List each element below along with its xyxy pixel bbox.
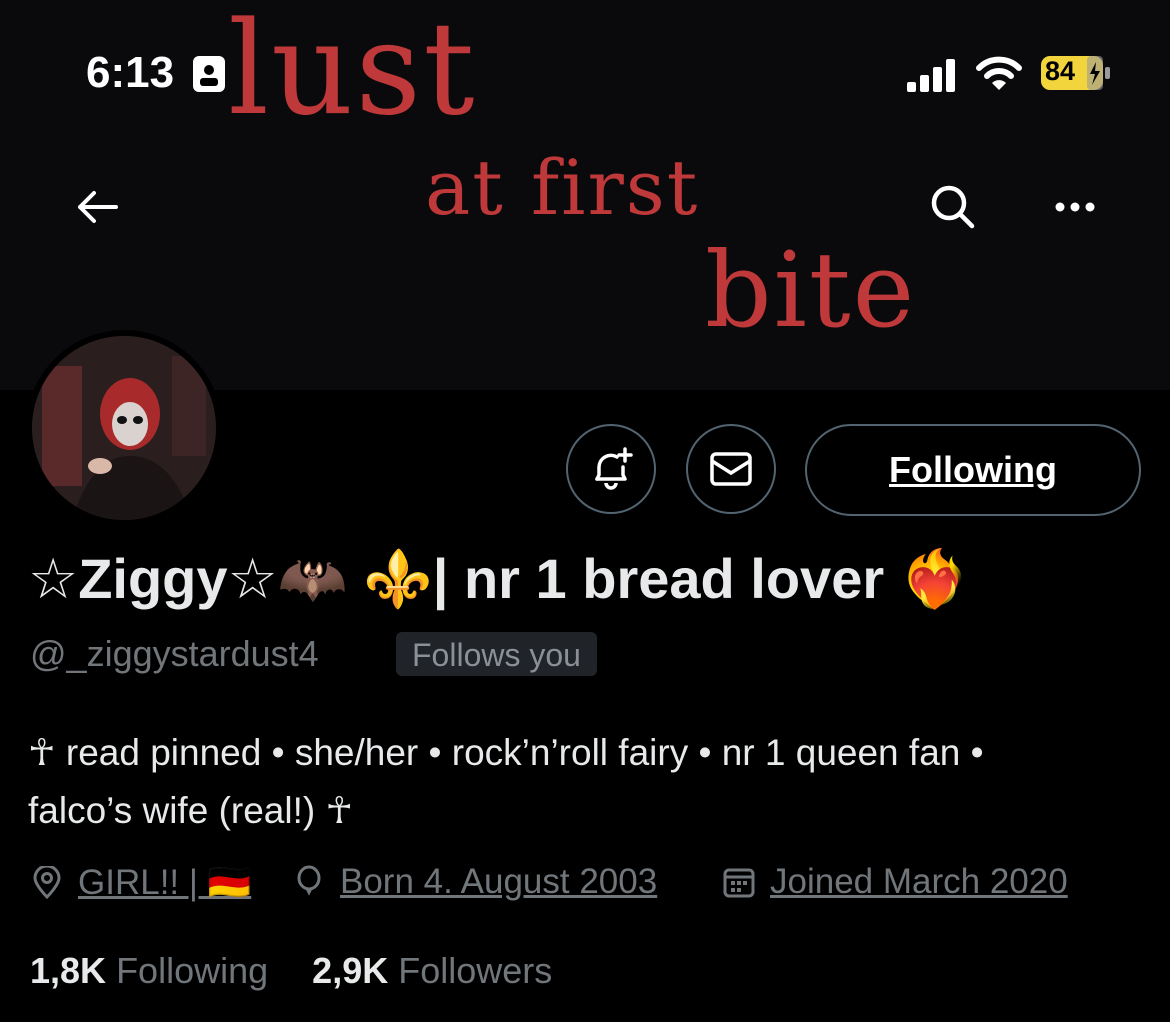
bio-line-1: ☥ read pinned • she/her • rock’n’roll fa… — [28, 732, 984, 773]
balloon-icon — [297, 865, 321, 896]
more-horizontal-icon — [1055, 202, 1095, 212]
notifications-button[interactable] — [566, 424, 656, 514]
location-item[interactable]: GIRL!! | 🇩🇪 — [30, 862, 251, 903]
birthday-label: Born 4. August 2003 — [340, 862, 658, 901]
birthday-item: Born 4. August 2003 — [292, 862, 657, 902]
joined-label: Joined March 2020 — [770, 862, 1068, 901]
battery-level: 84 — [1045, 56, 1076, 86]
cellular-signal-icon — [907, 59, 955, 92]
followers-stat[interactable]: 2,9K Followers — [312, 950, 552, 991]
more-options-button[interactable] — [1040, 172, 1110, 242]
status-time: 6:13 — [86, 48, 175, 97]
search-icon — [931, 185, 975, 229]
following-stat[interactable]: 1,8K Following — [30, 950, 278, 991]
bell-plus-icon — [595, 447, 633, 490]
user-handle: @_ziggystardust4 — [30, 633, 319, 674]
following-stat-label: Following — [116, 950, 269, 991]
wifi-icon — [976, 56, 1022, 90]
status-bar: 6:13 84 — [0, 40, 1170, 110]
avatar[interactable] — [26, 330, 222, 526]
followers-count: 2,9K — [312, 950, 389, 991]
envelope-icon — [710, 452, 752, 486]
followers-stat-label: Followers — [398, 950, 553, 991]
avatar-photo-icon — [32, 336, 216, 520]
message-button[interactable] — [686, 424, 776, 514]
bio: ☥ read pinned • she/her • rock’n’roll fa… — [28, 724, 1148, 840]
calendar-icon — [723, 868, 755, 898]
following-count: 1,8K — [30, 950, 107, 991]
back-button[interactable] — [62, 172, 132, 242]
following-button[interactable]: Following — [805, 424, 1141, 516]
follow-stats: 1,8K Following 2,9K Followers — [30, 950, 552, 992]
joined-item: Joined March 2020 — [722, 862, 1068, 902]
location-label[interactable]: GIRL!! | 🇩🇪 — [78, 862, 251, 903]
follows-you-badge: Follows you — [396, 632, 597, 676]
banner-text-line2: at first — [425, 143, 700, 232]
location-pin-icon — [33, 865, 61, 899]
bio-line-2: falco’s wife (real!) ☥ — [28, 790, 354, 831]
search-button[interactable] — [918, 172, 988, 242]
banner-text-line3: bite — [705, 229, 917, 351]
focus-mode-icon — [193, 56, 225, 92]
arrow-left-icon — [78, 191, 118, 223]
display-name: ☆Ziggy☆🦇 ⚜️| nr 1 bread lover ❤️‍🔥 — [28, 547, 970, 610]
